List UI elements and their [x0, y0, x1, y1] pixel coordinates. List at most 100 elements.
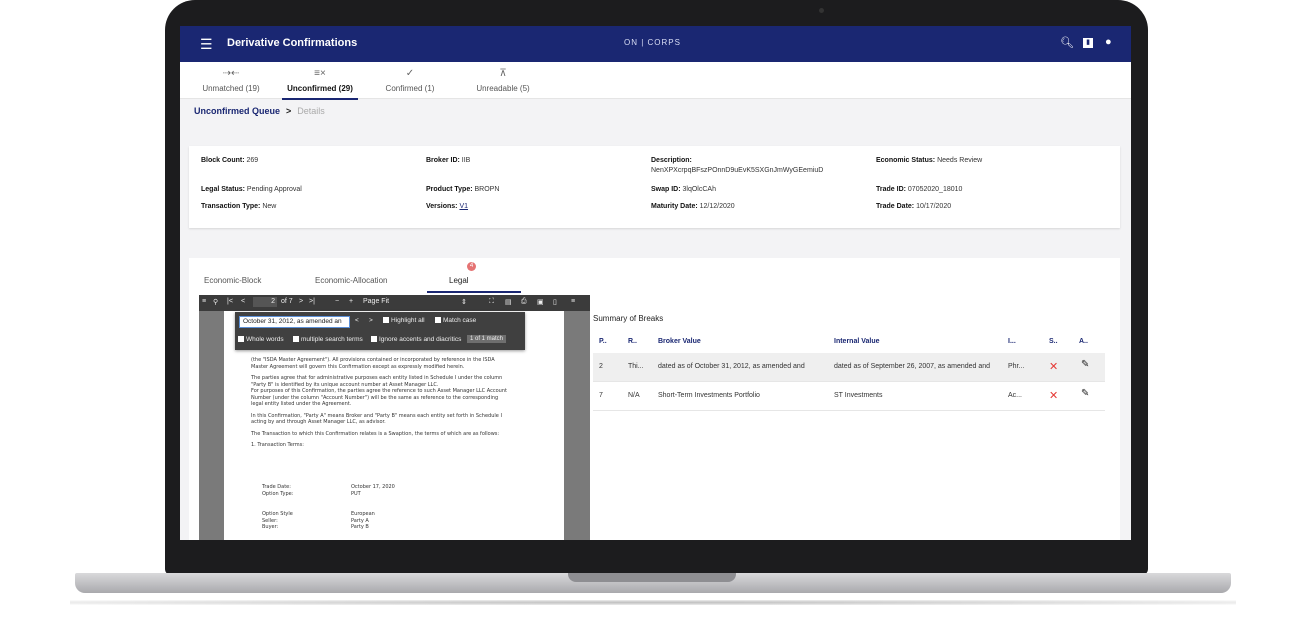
screen: ☰ Derivative Confirmations ON | CORPS 🔍︎…	[180, 26, 1131, 540]
field-label: Transaction Type:	[201, 203, 261, 210]
fullscreen-icon[interactable]: ⛶	[489, 298, 494, 306]
field-label: Description:	[651, 157, 692, 164]
cell-page: 7	[599, 392, 603, 399]
cell-reason: N/A	[628, 392, 640, 399]
queue-tabs: ⇢⇠ Unmatched (19) ≡× Unconfirmed (29) ✓ …	[180, 62, 1131, 100]
breadcrumb-separator: >	[286, 106, 292, 116]
document-text: (the "ISDA Master Agreement"). All provi…	[251, 357, 551, 449]
match-case-checkbox[interactable]: Match case	[435, 317, 476, 324]
col-header[interactable]: I...	[1008, 338, 1016, 345]
col-header[interactable]: Broker Value	[658, 338, 701, 345]
economic-status: Economic Status: Needs Review	[876, 156, 982, 166]
active-tab-indicator	[427, 291, 521, 293]
find-bar: October 31, 2012, as amended an < > High…	[235, 312, 525, 350]
col-header[interactable]: P..	[599, 338, 607, 345]
field-value: Pending Approval	[246, 186, 302, 193]
col-header[interactable]: Internal Value	[834, 338, 880, 345]
open-file-icon[interactable]: ▤	[505, 298, 512, 306]
find-input[interactable]: October 31, 2012, as amended an	[239, 316, 350, 328]
bookmark-icon[interactable]: ▯	[553, 298, 557, 306]
version-link[interactable]: V1	[459, 203, 468, 210]
camera	[819, 8, 824, 13]
first-page-icon[interactable]: |<	[227, 298, 233, 305]
checkbox-label: multiple search terms	[301, 336, 363, 343]
tab-economic-block[interactable]: Economic-Block	[204, 276, 261, 285]
field-value: IIB	[461, 157, 471, 164]
block-count: Block Count: 269	[201, 156, 258, 166]
print-icon[interactable]: ⎙	[521, 298, 527, 306]
search-icon[interactable]: 🔍︎	[1060, 36, 1074, 49]
col-header[interactable]: R..	[628, 338, 637, 345]
page-number-input[interactable]: 2	[253, 297, 277, 307]
legal-badge: 4	[467, 262, 476, 271]
find-next-icon[interactable]: >	[369, 317, 373, 324]
field-label: Trade Date:	[876, 203, 915, 210]
sidebar-toggle-icon[interactable]: ≡	[202, 298, 206, 305]
highlight-all-checkbox[interactable]: Highlight all	[383, 317, 425, 324]
field-label: Broker ID:	[426, 157, 460, 164]
search-icon[interactable]: ⚲	[213, 298, 218, 306]
close-icon[interactable]: ✕	[1049, 389, 1058, 402]
field-value: 10/17/2020	[916, 203, 952, 210]
zoom-out-button[interactable]: −	[335, 298, 339, 305]
pdf-toolbar: ≡ ⚲ |< < 2 of 7 > >| − + Page Fit ⇕ ⛶ ▤ …	[199, 295, 590, 311]
ignore-accents-checkbox[interactable]: Ignore accents and diacritics	[371, 336, 461, 343]
trade-details-card: Block Count: 269 Broker ID: IIB Descript…	[189, 146, 1120, 228]
document-line: The Transaction to which this Confirmati…	[251, 430, 500, 437]
zoom-in-button[interactable]: +	[349, 298, 353, 305]
cell-broker-value: dated as of October 31, 2012, as amended…	[658, 363, 805, 370]
checkbox-box	[238, 336, 244, 343]
edit-icon[interactable]: ✎	[1081, 359, 1089, 370]
term-value: PUT	[351, 490, 361, 497]
checkbox-box	[371, 336, 377, 343]
select-arrows-icon: ⇕	[461, 299, 467, 306]
whole-words-checkbox[interactable]: Whole words	[238, 336, 284, 343]
tab-unconfirmed[interactable]: ≡× Unconfirmed (29)	[282, 62, 358, 100]
table-row[interactable]: 2 Thi... dated as of October 31, 2012, a…	[593, 353, 1105, 382]
match-count: 1 of 1 match	[467, 335, 507, 343]
edit-icon[interactable]: ✎	[1081, 388, 1089, 399]
tab-confirmed[interactable]: ✓ Confirmed (1)	[378, 62, 442, 98]
chart-icon[interactable]: ▮	[1083, 38, 1093, 48]
checkbox-label: Ignore accents and diacritics	[379, 336, 462, 343]
trade-date: Trade Date: 10/17/2020	[876, 202, 951, 212]
field-value: New	[262, 203, 277, 210]
unconfirmed-icon: ≡×	[314, 68, 326, 79]
prev-page-icon[interactable]: <	[241, 298, 245, 305]
term-key: Option Style	[262, 511, 293, 517]
last-page-icon[interactable]: >|	[309, 298, 315, 305]
find-prev-icon[interactable]: <	[355, 317, 359, 324]
document-line: 1. Transaction Terms:	[251, 442, 304, 448]
tab-economic-allocation[interactable]: Economic-Allocation	[315, 276, 387, 285]
tab-label: Unmatched (19)	[202, 84, 260, 93]
breadcrumb-details: Details	[297, 106, 325, 116]
document-line: acting by and through Asset Manager LLC,…	[251, 419, 386, 425]
col-header[interactable]: A..	[1079, 338, 1088, 345]
term-key: Trade Date:	[262, 484, 291, 490]
download-icon[interactable]: ▣	[537, 298, 544, 306]
tab-unreadable[interactable]: ⊼ Unreadable (5)	[468, 62, 538, 98]
page-total: of 7	[281, 298, 293, 305]
field-label: Legal Status:	[201, 186, 245, 193]
term-key: Seller:	[262, 517, 278, 524]
next-page-icon[interactable]: >	[299, 298, 303, 305]
breadcrumb-queue[interactable]: Unconfirmed Queue	[194, 106, 280, 116]
field-value: NenXPXcrpqBFszPOnnD9uEvK5SXGnJmWyGEemiuD	[651, 167, 824, 174]
broker-id: Broker ID: IIB	[426, 156, 470, 166]
cell-internal-value: dated as of September 26, 2007, as amend…	[834, 363, 991, 370]
multiple-terms-checkbox[interactable]: multiple search terms	[293, 336, 363, 343]
field-label: Swap ID:	[651, 186, 681, 193]
user-icon[interactable]: ●	[1105, 36, 1112, 48]
brand-logo: ON | CORPS	[624, 38, 681, 47]
zoom-select[interactable]: Page Fit	[363, 298, 389, 305]
field-label: Product Type:	[426, 186, 473, 193]
unreadable-icon: ⊼	[499, 68, 507, 79]
more-menu-icon[interactable]: ≡	[571, 298, 575, 305]
menu-icon[interactable]: ☰	[200, 37, 213, 51]
trade-id: Trade ID: 07052020_18010	[876, 185, 962, 195]
close-icon[interactable]: ✕	[1049, 360, 1058, 373]
tab-legal[interactable]: Legal	[449, 276, 469, 285]
col-header[interactable]: S..	[1049, 338, 1058, 345]
table-row[interactable]: 7 N/A Short-Term Investments Portfolio S…	[593, 382, 1105, 411]
tab-unmatched[interactable]: ⇢⇠ Unmatched (19)	[198, 62, 264, 98]
